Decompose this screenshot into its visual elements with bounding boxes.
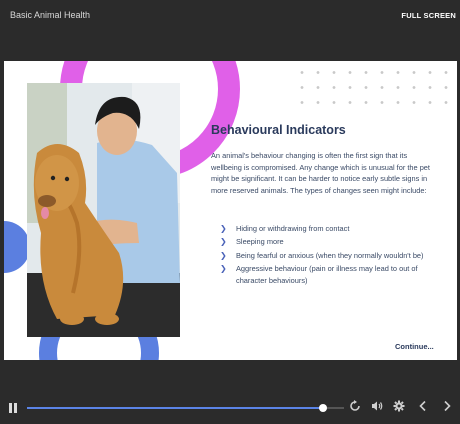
top-bar: Basic Animal Health FULL SCREEN — [0, 0, 460, 34]
progress-fill — [27, 407, 324, 409]
list-item: ❯ Being fearful or anxious (when they nor… — [220, 250, 424, 260]
player-controls — [0, 396, 460, 420]
settings-icon[interactable] — [392, 400, 406, 414]
full-screen-button[interactable]: FULL SCREEN — [401, 11, 456, 20]
progress-track[interactable] — [27, 404, 344, 412]
vet-with-dog-photo — [27, 83, 180, 337]
list-item: ❯ Hiding or withdrawing from contact — [220, 224, 350, 233]
list-item: ❯ Sleeping more — [220, 237, 284, 247]
progress-handle[interactable] — [319, 404, 328, 412]
continue-link[interactable]: Continue... — [395, 342, 434, 351]
chevron-right-icon: ❯ — [220, 264, 227, 274]
slide-body-text: An animal's behaviour changing is often … — [211, 151, 430, 195]
chevron-right-icon: ❯ — [220, 250, 227, 260]
decorative-dot-grid — [294, 65, 454, 113]
volume-icon[interactable] — [370, 400, 384, 414]
list-item: ❯ Aggressive behaviour (pain or illness m… — [220, 264, 418, 285]
course-title: Basic Animal Health — [10, 10, 91, 20]
indicator-list: ❯ Hiding or withdrawing from contact ❯ Sle… — [220, 223, 450, 288]
previous-icon[interactable] — [416, 400, 430, 414]
chevron-right-icon: ❯ — [220, 237, 227, 247]
pause-icon[interactable] — [9, 403, 17, 413]
slide: Behavioural Indicators An animal's behav… — [4, 61, 457, 360]
slide-heading: Behavioural Indicators — [211, 123, 346, 137]
chevron-right-icon: ❯ — [220, 224, 227, 233]
next-icon[interactable] — [440, 400, 454, 414]
replay-icon[interactable] — [348, 400, 362, 414]
